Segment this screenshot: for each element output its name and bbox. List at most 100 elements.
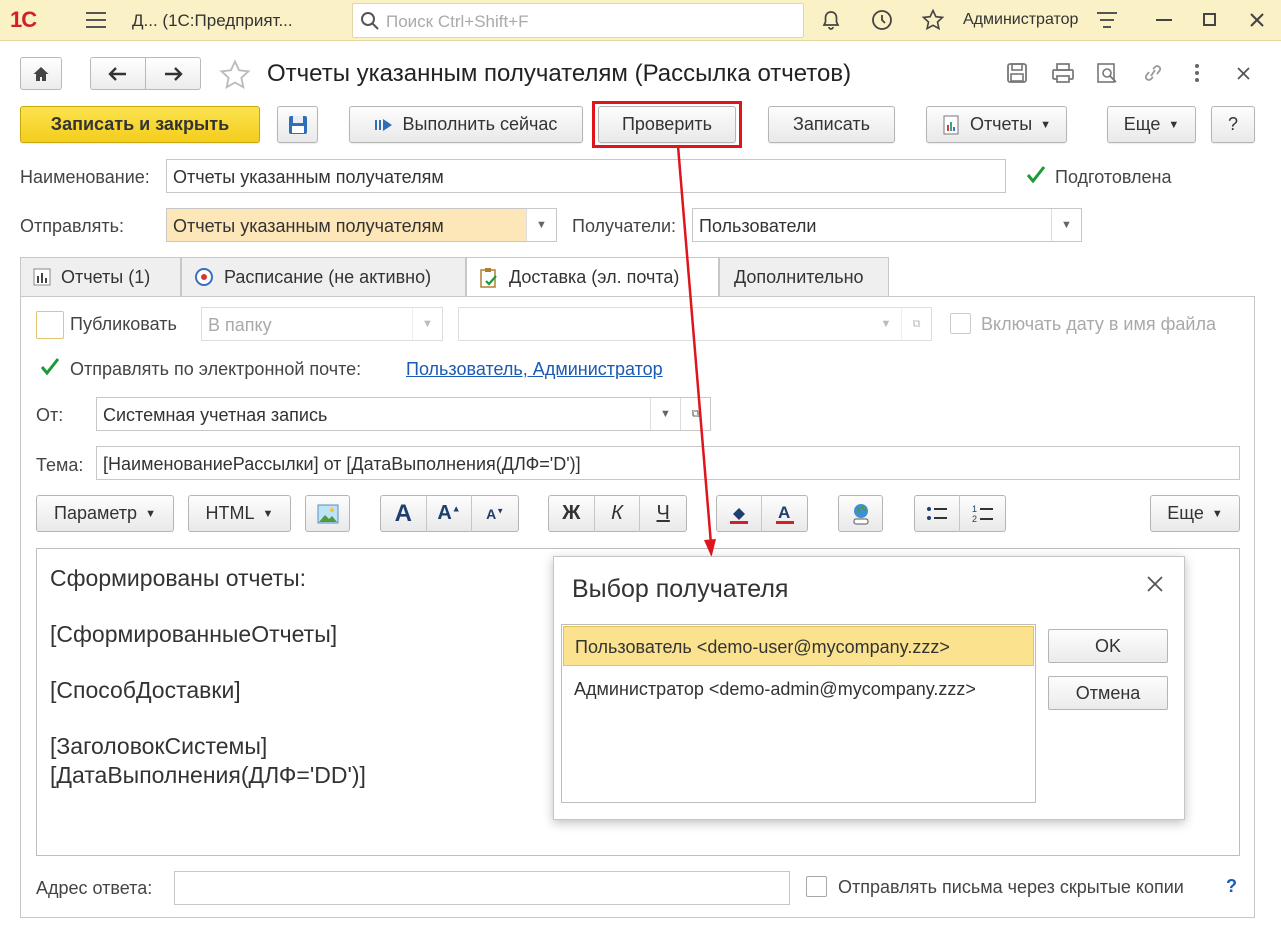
recipients-label: Получатели: [572,216,677,236]
favorite-star-icon[interactable] [218,58,252,92]
more-vertical-icon[interactable] [1193,63,1201,83]
app-title: Д... (1С:Предприят... [132,11,293,30]
save-and-close-button[interactable]: Записать и закрыть [20,106,260,143]
cancel-button[interactable]: Отмена [1048,676,1168,710]
font-increase-button[interactable]: A▲ [427,495,473,532]
more-actions-button[interactable]: Еще ▼ [1107,106,1196,143]
image-icon [317,504,338,523]
reports-menu-button[interactable]: Отчеты ▼ [926,106,1067,143]
settings-menu-icon[interactable] [1096,10,1118,30]
search-input[interactable]: Поиск Ctrl+Shift+F [352,3,804,38]
name-field[interactable]: Отчеты указанным получателям [166,159,1006,193]
open-icon[interactable]: ⧉ [901,308,931,340]
check-button[interactable]: Проверить [598,106,736,143]
close-icon[interactable] [1146,575,1164,593]
dropdown-arrow-icon[interactable]: ▼ [412,308,442,340]
dropdown-arrow-icon[interactable]: ▼ [871,308,901,340]
globe-link-icon [853,503,868,524]
save-disk-icon[interactable] [1006,62,1028,84]
editor-more-button[interactable]: Еще ▼ [1150,495,1240,532]
tab-schedule[interactable]: Расписание (не активно) [181,257,466,296]
print-icon[interactable] [1051,62,1075,84]
numbered-list-icon: 12 [972,504,993,524]
more-label: Еще [1123,114,1161,134]
chevron-down-icon: ▼ [262,507,274,520]
app-logo: 1С [10,7,37,32]
run-icon [374,118,392,131]
numbered-list-button[interactable]: 12 [960,495,1005,532]
open-icon[interactable]: ⧉ [680,398,710,430]
preview-icon[interactable] [1096,62,1118,84]
email-recipients-link[interactable]: Пользователь, Администратор [406,359,663,380]
bullet-list-button[interactable] [915,495,961,532]
tab-delivery-label: Доставка (эл. почта) [509,267,680,287]
dropdown-arrow-icon[interactable]: ▼ [526,209,556,241]
font-bigger-button[interactable]: A [381,495,427,532]
minimize-icon[interactable] [1156,19,1172,21]
svg-text:1: 1 [972,504,977,514]
parameter-label: Параметр [54,503,138,523]
checkmark-icon [40,358,60,376]
subject-field[interactable]: [НаименованиеРассылки] от [ДатаВыполнени… [96,446,1240,480]
dropdown-arrow-icon[interactable]: ▼ [650,398,680,430]
link-icon[interactable] [1141,62,1165,84]
parameter-button[interactable]: Параметр ▼ [36,495,174,532]
underline-button[interactable]: Ч [640,495,686,532]
italic-button[interactable]: К [595,495,641,532]
reply-address-label: Адрес ответа: [36,878,153,898]
recipients-select[interactable]: Пользователи ▼ [692,208,1082,242]
tab-reports[interactable]: Отчеты (1) [20,257,181,296]
body-line: [СпособДоставки] [50,677,241,703]
background-color-button[interactable] [717,495,763,532]
from-account-select[interactable]: Системная учетная запись ▼ ⧉ [96,397,711,431]
bullet-list-icon [927,506,947,520]
recipients-list: Пользователь <demo-user@mycompany.zzz> А… [561,624,1036,803]
bcc-checkbox[interactable] [806,876,827,897]
insert-image-button[interactable] [305,495,350,532]
include-date-label: Включать дату в имя файла [981,314,1217,334]
send-type-select[interactable]: Отчеты указанным получателям ▼ [166,208,557,242]
current-user[interactable]: Администратор [963,11,1078,29]
menu-icon[interactable] [86,12,106,28]
history-icon[interactable] [870,8,894,32]
publish-checkbox[interactable] [36,311,64,339]
dropdown-arrow-icon[interactable]: ▼ [1051,209,1081,241]
bcc-help-icon[interactable]: ? [1226,876,1237,897]
font-decrease-button[interactable]: A▼ [472,495,518,532]
tab-delivery[interactable]: Доставка (эл. почта) [466,257,719,297]
format-html-button[interactable]: HTML ▼ [188,495,291,532]
close-window-icon[interactable] [1249,12,1265,28]
prepared-checkbox[interactable] [1025,164,1047,191]
list-item[interactable]: Администратор <demo-admin@mycompany.zzz> [563,669,1034,709]
ok-button[interactable]: OK [1048,629,1168,663]
save-button[interactable]: Записать [768,106,895,143]
bell-icon[interactable] [820,9,842,31]
maximize-icon[interactable] [1203,13,1216,26]
chevron-down-icon: ▼ [1168,118,1180,131]
forward-button[interactable] [145,57,201,90]
save-icon-button[interactable] [277,106,318,143]
tab-additional-label: Дополнительно [734,266,864,287]
reply-address-field[interactable] [174,871,790,905]
home-button[interactable] [20,57,62,90]
include-date-checkbox[interactable] [950,313,971,334]
home-icon [33,66,49,81]
list-item[interactable]: Пользователь <demo-user@mycompany.zzz> [563,626,1034,666]
bold-button[interactable]: Ж [549,495,595,532]
from-account-value: Системная учетная запись [103,405,328,425]
text-color-button[interactable]: A [762,495,807,532]
favorites-star-icon[interactable] [921,8,945,32]
insert-link-button[interactable] [838,495,883,532]
back-button[interactable] [90,57,146,90]
close-form-icon[interactable] [1237,67,1250,80]
bold-icon: Ж [562,502,581,524]
chart-icon [33,268,51,286]
folder-type-select[interactable]: В папку ▼ [201,307,443,341]
send-email-checkbox[interactable] [38,356,62,383]
recipients-value: Пользователи [699,216,817,236]
help-button[interactable]: ? [1211,106,1255,143]
app-topbar: 1С Д... (1С:Предприят... Поиск Ctrl+Shif… [0,0,1281,41]
tab-additional[interactable]: Дополнительно [719,257,889,296]
run-now-button[interactable]: Выполнить сейчас [349,106,583,143]
folder-path-select[interactable]: ▼ ⧉ [458,307,932,341]
